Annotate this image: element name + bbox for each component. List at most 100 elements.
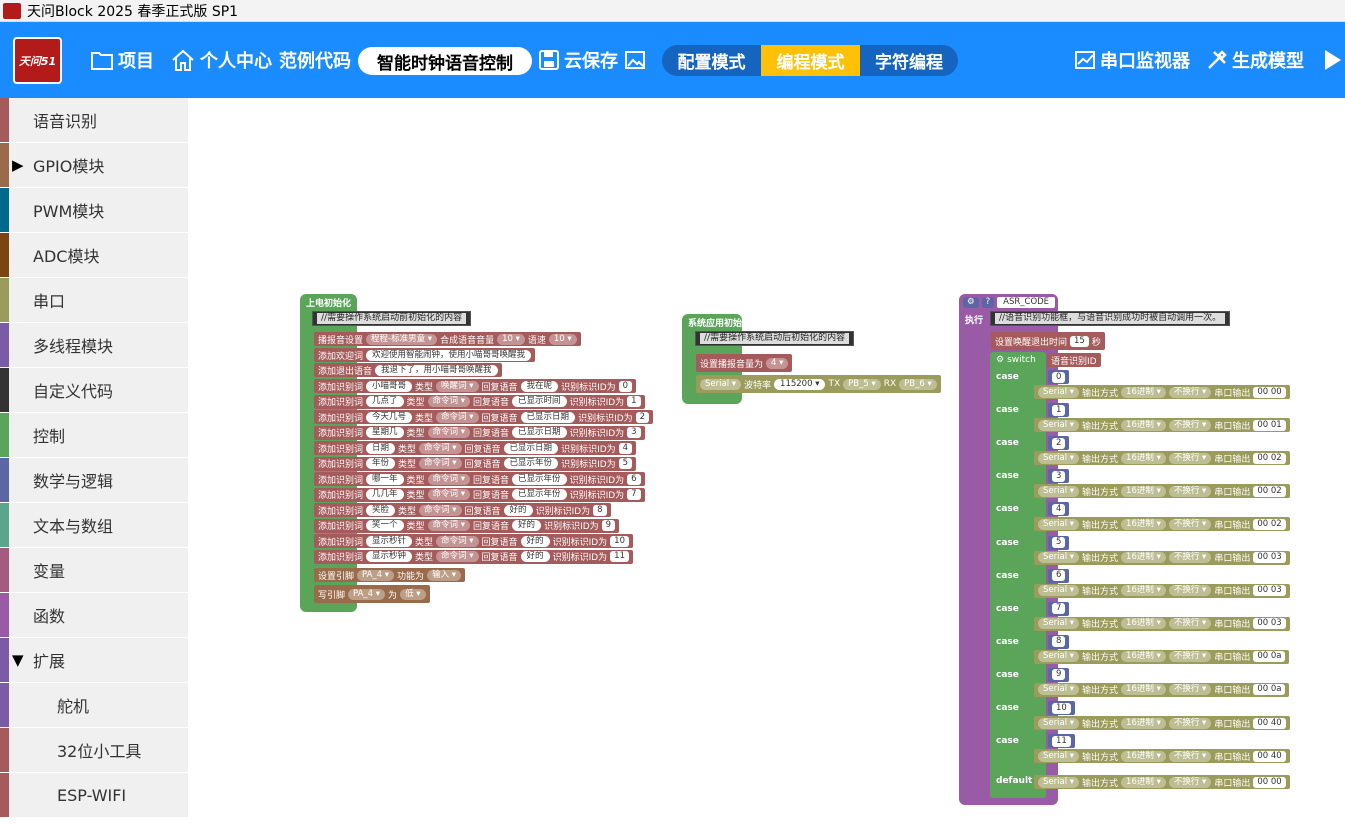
case-value[interactable]: 7	[1048, 601, 1070, 616]
newline-dropdown[interactable]: 不换行 ▾	[1168, 386, 1212, 398]
serial-data-field[interactable]: 00 02	[1253, 452, 1286, 464]
id-field[interactable]: 3	[627, 427, 641, 438]
serial-port-dropdown[interactable]: Serial ▾	[1038, 717, 1080, 729]
case-value-field[interactable]: 1	[1052, 404, 1066, 416]
serial-output-row[interactable]: Serial ▾ 输出方式 16进制 ▾ 不换行 ▾ 串口输出 00 0a	[1034, 682, 1290, 697]
id-field[interactable]: 11	[610, 551, 629, 562]
comment-block[interactable]: //语音识别功能框，与语音识别成功时被自动调用一次。	[990, 311, 1231, 326]
block-workspace[interactable]: 上电初始化 //需要操作系统启动前初始化的内容 播报音设置 程程-标准男童 ▾ 合成语音…	[188, 98, 1345, 826]
type-dropdown[interactable]: 命令词 ▾	[419, 442, 462, 454]
text-programming-tab[interactable]: 字符编程	[860, 45, 958, 76]
keyword-field[interactable]: 显示秒针	[366, 535, 413, 547]
serial-port-dropdown[interactable]: Serial ▾	[1038, 750, 1080, 762]
pin-mode-dropdown[interactable]: 输入 ▾	[427, 569, 462, 581]
tx-pin-dropdown[interactable]: PB_5 ▾	[843, 378, 881, 390]
sidebar-item-5[interactable]: 多线程模块	[0, 323, 188, 368]
case-value-field[interactable]: 0	[1052, 371, 1066, 383]
add-keyword-row[interactable]: 添加识别词 哪一年 类型 命令词 ▾ 回复语音 已显示年份 识别标识ID为 6	[314, 472, 645, 486]
serial-output-row[interactable]: Serial ▾ 输出方式 16进制 ▾ 不换行 ▾ 串口输出 00 40	[1034, 749, 1290, 764]
add-keyword-row[interactable]: 添加识别词 显示秒针 类型 命令词 ▾ 回复语音 好的 识别标识ID为 10	[314, 534, 633, 548]
type-dropdown[interactable]: 命令词 ▾	[427, 427, 471, 438]
sidebar-item-13[interactable]: 舵机	[0, 683, 188, 728]
volume-dropdown[interactable]: 4 ▾	[766, 357, 789, 369]
rx-pin-dropdown[interactable]: PB_6 ▾	[899, 378, 937, 390]
case-value[interactable]: 11	[1048, 734, 1075, 749]
gear-icon[interactable]: ⚙	[963, 296, 979, 308]
serial-output-row[interactable]: Serial ▾ 输出方式 16进制 ▾ 不换行 ▾ 串口输出 00 03	[1034, 616, 1290, 631]
format-dropdown[interactable]: 16进制 ▾	[1121, 750, 1166, 762]
newline-dropdown[interactable]: 不换行 ▾	[1168, 585, 1212, 597]
sidebar-item-9[interactable]: 文本与数组	[0, 503, 188, 548]
id-field[interactable]: 2	[635, 411, 650, 423]
add-keyword-row[interactable]: 添加识别词 几几年 类型 命令词 ▾ 回复语音 已显示年份 识别标识ID为 7	[314, 487, 645, 502]
type-dropdown[interactable]: 唤醒词 ▾	[436, 380, 479, 392]
keyword-field[interactable]: 笑一个	[366, 520, 404, 531]
id-field[interactable]: 7	[627, 489, 641, 500]
serial-output-row[interactable]: Serial ▾ 输出方式 16进制 ▾ 不换行 ▾ 串口输出 00 02	[1034, 517, 1290, 532]
type-dropdown[interactable]: 命令词 ▾	[427, 520, 471, 531]
type-dropdown[interactable]: 命令词 ▾	[436, 535, 479, 547]
case-value[interactable]: 5	[1048, 535, 1070, 550]
serial-port-dropdown[interactable]: Serial ▾	[1038, 452, 1080, 464]
case-value[interactable]: 8	[1048, 634, 1070, 649]
examples-button[interactable]: 范例代码	[279, 22, 351, 98]
timeout-field[interactable]: 15	[1070, 335, 1089, 347]
newline-dropdown[interactable]: 不换行 ▾	[1168, 750, 1212, 762]
case-value-field[interactable]: 8	[1052, 636, 1066, 648]
sidebar-item-3[interactable]: ADC模块	[0, 233, 188, 278]
config-mode-tab[interactable]: 配置模式	[662, 45, 761, 76]
voice-dropdown[interactable]: 程程-标准男童 ▾	[366, 333, 438, 345]
keyword-field[interactable]: 几几年	[366, 489, 404, 500]
case-value-field[interactable]: 2	[1052, 437, 1066, 449]
newline-dropdown[interactable]: 不换行 ▾	[1168, 717, 1212, 729]
id-field[interactable]: 6	[627, 473, 641, 485]
format-dropdown[interactable]: 16进制 ▾	[1121, 618, 1166, 630]
id-field[interactable]: 1	[627, 396, 641, 407]
format-dropdown[interactable]: 16进制 ▾	[1121, 552, 1166, 563]
format-dropdown[interactable]: 16进制 ▾	[1121, 717, 1166, 729]
case-value[interactable]: 9	[1048, 667, 1070, 682]
expand-arrow-icon[interactable]: ▶	[12, 156, 24, 174]
reply-field[interactable]: 已显示时间	[512, 396, 567, 407]
serial-data-field[interactable]: 00 00	[1253, 776, 1286, 788]
keyword-field[interactable]: 日期	[366, 442, 396, 454]
help-icon[interactable]: ?	[981, 296, 995, 308]
newline-dropdown[interactable]: 不换行 ▾	[1168, 776, 1212, 788]
format-dropdown[interactable]: 16进制 ▾	[1121, 386, 1166, 398]
type-dropdown[interactable]: 命令词 ▾	[427, 489, 471, 500]
serial-data-field[interactable]: 00 02	[1253, 518, 1286, 530]
serial-port-dropdown[interactable]: Serial ▾	[1038, 419, 1080, 431]
format-dropdown[interactable]: 16进制 ▾	[1121, 518, 1166, 530]
sidebar-item-12[interactable]: ▼ 扩展	[0, 638, 188, 683]
serial-data-field[interactable]: 00 03	[1253, 585, 1286, 597]
add-keyword-row[interactable]: 添加识别词 年份 类型 命令词 ▾ 回复语音 已显示年份 识别标识ID为 5	[314, 456, 637, 471]
serial-output-row[interactable]: Serial ▾ 输出方式 16进制 ▾ 不换行 ▾ 串口输出 00 40	[1034, 716, 1290, 730]
reply-field[interactable]: 好的	[520, 535, 550, 547]
sidebar-item-4[interactable]: 串口	[0, 278, 188, 323]
id-field[interactable]: 9	[601, 520, 616, 531]
keyword-field[interactable]: 小喵哥哥	[366, 380, 413, 392]
serial-data-field[interactable]: 00 02	[1253, 485, 1286, 497]
keyword-field[interactable]: 今天几号	[366, 411, 413, 423]
add-keyword-row[interactable]: 添加识别词 笑脸 类型 命令词 ▾ 回复语音 好的 识别标识ID为 8	[314, 503, 611, 517]
id-field[interactable]: 4	[618, 442, 633, 454]
case-value-field[interactable]: 5	[1052, 537, 1066, 548]
reply-field[interactable]: 好的	[512, 520, 542, 531]
sidebar-item-14[interactable]: 32位小工具	[0, 728, 188, 773]
case-value-field[interactable]: 11	[1052, 735, 1071, 747]
reply-field[interactable]: 已显示日期	[512, 427, 567, 438]
sidebar-item-11[interactable]: 函数	[0, 593, 188, 638]
id-field[interactable]: 10	[610, 535, 629, 547]
case-value-field[interactable]: 6	[1052, 570, 1066, 582]
case-value[interactable]: 1	[1048, 403, 1070, 418]
type-dropdown[interactable]: 命令词 ▾	[427, 396, 471, 407]
case-value[interactable]: 6	[1048, 568, 1070, 583]
volume-dropdown[interactable]: 10 ▾	[497, 333, 525, 345]
add-keyword-row[interactable]: 添加识别词 今天几号 类型 命令词 ▾ 回复语音 已显示日期 识别标识ID为 2	[314, 410, 654, 424]
id-field[interactable]: 8	[593, 504, 607, 516]
format-dropdown[interactable]: 16进制 ▾	[1121, 452, 1166, 464]
serial-output-row[interactable]: Serial ▾ 输出方式 16进制 ▾ 不换行 ▾ 串口输出 00 00	[1034, 775, 1290, 789]
programming-mode-tab[interactable]: 编程模式	[761, 45, 860, 76]
type-dropdown[interactable]: 命令词 ▾	[436, 411, 479, 423]
add-keyword-row[interactable]: 添加识别词 小喵哥哥 类型 唤醒词 ▾ 回复语音 我在呢 识别标识ID为 0	[314, 379, 637, 393]
